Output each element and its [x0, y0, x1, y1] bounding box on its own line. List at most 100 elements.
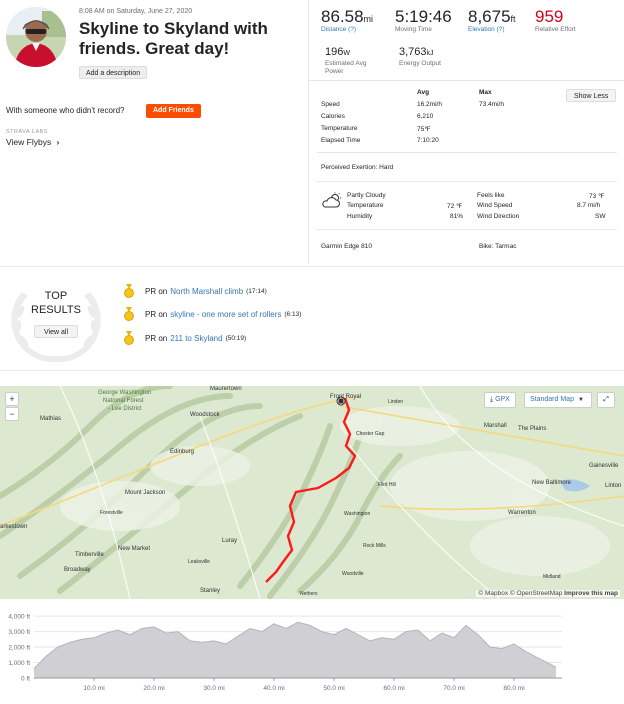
download-icon: ⤓: [490, 396, 494, 403]
distance-label[interactable]: Distance (?): [321, 26, 356, 33]
map-label: Front Royal: [330, 394, 362, 400]
view-all-button[interactable]: View all: [34, 325, 78, 338]
pr-row: PR on North Marshall climb (17:14): [123, 284, 267, 298]
pr-time: (6:13): [284, 310, 302, 318]
map-label: Linden: [388, 399, 404, 405]
map-type-label: Standard Map: [530, 396, 574, 403]
weather-temp-label: Temperature: [347, 202, 384, 209]
zoom-out-button[interactable]: −: [5, 407, 19, 421]
x-tick-label: 10.0 mi: [83, 685, 104, 692]
wind-direction-label: Wind Direction: [477, 213, 520, 220]
show-less-button[interactable]: Show Less: [566, 89, 617, 102]
laurel-wreath-icon: [8, 272, 104, 368]
row-avg: 7:10:20: [417, 137, 439, 144]
map-attribution: © Mapbox © OpenStreetMap Improve this ma…: [476, 590, 620, 597]
map-label: Marshall: [484, 423, 507, 429]
add-description-button[interactable]: Add a description: [79, 66, 148, 79]
x-tick-label: 30.0 mi: [203, 685, 224, 692]
weather-humidity: 81%: [450, 213, 464, 220]
segment-link[interactable]: 211 to Skyland: [170, 334, 222, 343]
map-label: New Market: [118, 546, 151, 552]
moving-time-value: 5:19:46: [395, 7, 452, 26]
attribution-text: © Mapbox © OpenStreetMap: [478, 590, 563, 597]
pr-prefix: PR on: [145, 286, 168, 296]
weather-condition: Partly Cloudy: [347, 192, 386, 199]
feels-like-value: 73 ℉: [589, 193, 605, 200]
pr-medal-icon: [124, 307, 134, 321]
avatar[interactable]: [6, 7, 66, 67]
pr-row: PR on skyline - one more set of rollers …: [123, 307, 301, 321]
wind-direction-value: SW: [595, 213, 606, 220]
y-tick-label: 1,000 ft: [8, 660, 30, 667]
row-max: 73.4mi/h: [479, 101, 504, 108]
row-label: Elapsed Time: [321, 137, 361, 144]
gpx-button[interactable]: ⤓ GPX: [484, 392, 516, 408]
moving-time-label: Moving Time: [395, 26, 432, 33]
x-tick-label: 70.0 mi: [443, 685, 464, 692]
distance-value: 86.58mi: [321, 7, 374, 26]
y-tick-label: 2,000 ft: [8, 645, 30, 652]
row-label: Temperature: [321, 125, 358, 132]
pr-medal-icon: [124, 284, 134, 298]
x-tick-label: 60.0 mi: [383, 685, 404, 692]
elevation-chart[interactable]: 0 ft 1,000 ft 2,000 ft 3,000 ft 4,000 ft 10.0…: [0, 605, 624, 704]
map-label: Woodville: [342, 571, 364, 577]
x-tick-label: 50.0 mi: [323, 685, 344, 692]
zoom-in-button[interactable]: +: [5, 392, 19, 406]
map-label: Timberville: [75, 552, 104, 558]
map-label: The Plains: [518, 426, 547, 432]
view-flybys-label: View Flybys: [6, 137, 52, 147]
improve-map-link[interactable]: Improve this map: [564, 590, 618, 597]
row-avg: 75℉: [417, 126, 431, 133]
segment-link[interactable]: North Marshall climb: [170, 287, 243, 296]
gpx-label: GPX: [495, 396, 510, 403]
map-type-select[interactable]: Standard Map ▼: [524, 392, 592, 408]
wind-speed-label: Wind Speed: [477, 202, 513, 209]
weather-temp: 72 ℉: [447, 203, 463, 210]
wind-speed-value: 8.7 mi/h: [577, 202, 601, 209]
add-friends-button[interactable]: Add Friends: [146, 104, 201, 118]
elevation-label[interactable]: Elevation (?): [468, 26, 505, 33]
partly-cloudy-icon: [321, 192, 343, 213]
row-avg: 16.2mi/h: [417, 101, 442, 108]
row-label: Speed: [321, 101, 340, 108]
segment-link[interactable]: skyline - one more set of rollers: [170, 310, 281, 319]
route-map[interactable]: George Washington National Forest - Lee …: [0, 386, 624, 599]
with-someone-text: With someone who didn't record?: [6, 106, 125, 115]
map-label: Flint Hill: [378, 482, 396, 488]
col-max: Max: [479, 89, 492, 96]
chevron-down-icon: ▼: [577, 397, 584, 403]
power-value: 196W: [325, 46, 350, 58]
pr-row: PR on 211 to Skyland (50:19): [123, 331, 246, 345]
top-results-heading: RESULTS: [31, 304, 81, 316]
map-label: Maurertown: [210, 386, 242, 392]
pr-time: (17:14): [246, 287, 267, 295]
row-label: Calories: [321, 113, 345, 120]
row-avg: 6,210: [417, 113, 434, 120]
x-tick-label: 20.0 mi: [143, 685, 164, 692]
map-label: - Lee District: [108, 406, 142, 412]
x-tick-label: 80.0 mi: [503, 685, 524, 692]
view-flybys-link[interactable]: View Flybys ›: [6, 137, 59, 147]
map-terrain: [0, 386, 624, 599]
fullscreen-icon[interactable]: ⤢: [597, 392, 615, 408]
col-avg: Avg: [417, 89, 430, 96]
y-tick-label: 4,000 ft: [8, 614, 30, 621]
x-tick-label: 40.0 mi: [263, 685, 284, 692]
map-label: Nethers: [300, 591, 318, 597]
perceived-exertion: Perceived Exertion: Hard: [321, 164, 394, 171]
energy-value: 3,763kJ: [399, 46, 434, 58]
bike-name: Bike: Tarmac: [479, 243, 517, 250]
map-label: Midland: [543, 574, 561, 580]
map-label: George Washington: [98, 390, 152, 396]
y-tick-label: 3,000 ft: [8, 629, 30, 636]
weather-humidity-label: Humidity: [347, 213, 373, 220]
relative-effort-label: Relative Effort: [535, 26, 576, 33]
map-label: Rock Mills: [363, 543, 386, 549]
pr-prefix: PR on: [145, 333, 168, 343]
map-label: Linton: [605, 483, 622, 489]
map-label: Washington: [344, 511, 371, 517]
map-label: Gainesville: [589, 463, 619, 469]
map-label: arkestown: [0, 524, 28, 530]
map-label: Mathias: [40, 416, 62, 422]
